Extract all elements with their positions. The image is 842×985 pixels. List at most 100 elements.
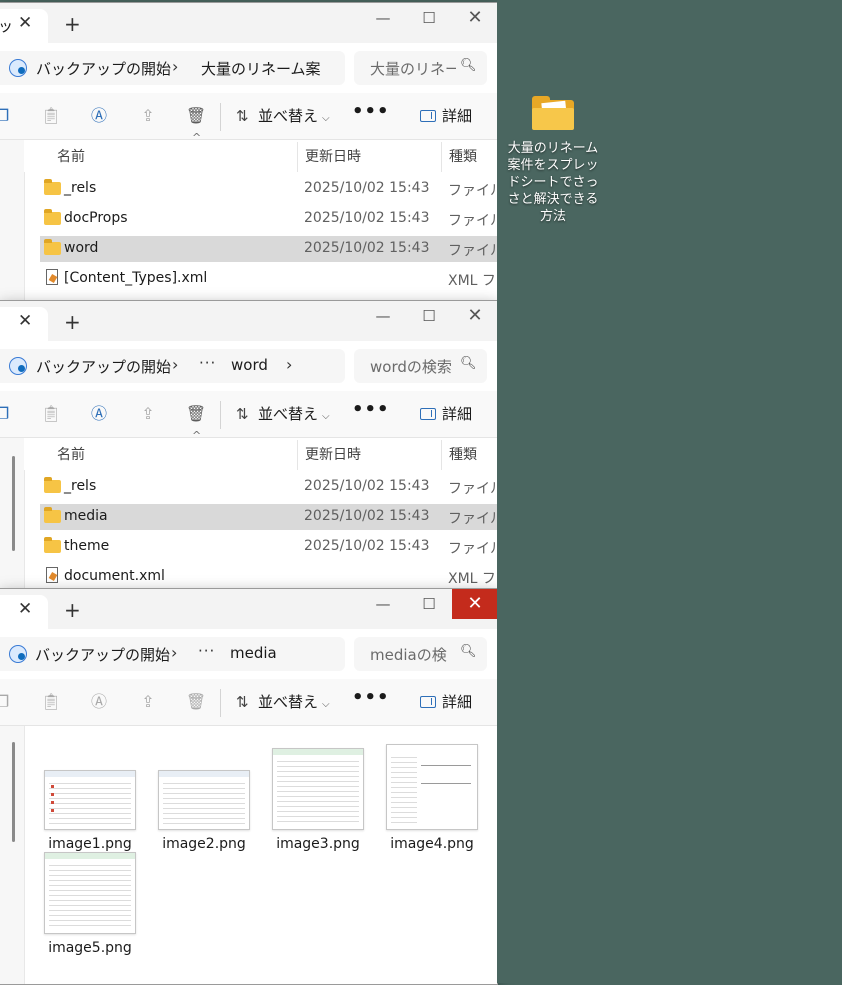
breadcrumb[interactable]: バックアップの開始 › ··· word ›: [0, 349, 345, 383]
title-bar[interactable]: ッ ✕ + — ☐ ✕: [0, 3, 497, 43]
column-type[interactable]: 種類: [449, 444, 477, 464]
explorer-window-media[interactable]: ✕ + — ☐ ✕ バックアップの開始 › ··· media mediaの検 …: [0, 588, 498, 985]
maximize-icon[interactable]: ☐: [406, 3, 452, 33]
file-row[interactable]: _rels 2025/10/02 15:43 ファイル フ: [40, 176, 497, 202]
desktop[interactable]: 大量のリネーム案件をスプレッドシートでさっさと解決できる方法: [497, 0, 842, 983]
breadcrumb-root[interactable]: バックアップの開始: [36, 356, 171, 377]
search-input[interactable]: wordの検索 🔍︎: [354, 349, 487, 383]
file-row[interactable]: [Content_Types].xml XML ファ: [40, 266, 497, 292]
search-icon[interactable]: 🔍︎: [460, 58, 477, 73]
file-row[interactable]: theme 2025/10/02 15:43 ファイル フ: [40, 534, 497, 560]
paste-icon[interactable]: 📋︎: [39, 690, 63, 714]
search-input[interactable]: mediaの検 🔍︎: [354, 637, 487, 671]
breadcrumb-ellipsis[interactable]: ···: [198, 642, 215, 660]
navigation-pane[interactable]: [0, 438, 25, 591]
close-icon[interactable]: ✕: [452, 3, 497, 33]
breadcrumb-current[interactable]: media: [230, 644, 277, 662]
navigation-pane[interactable]: [0, 140, 25, 303]
share-icon[interactable]: ⇪: [136, 690, 160, 714]
delete-icon[interactable]: 🗑︎: [184, 402, 208, 426]
column-divider[interactable]: [297, 142, 298, 172]
column-name[interactable]: 名前: [57, 146, 85, 166]
chevron-right-icon[interactable]: ›: [286, 355, 292, 374]
column-type[interactable]: 種類: [449, 146, 477, 166]
breadcrumb-current[interactable]: 大量のリネーム案件: [201, 58, 321, 79]
image-tile[interactable]: image3.png: [263, 748, 373, 852]
column-divider[interactable]: [441, 440, 442, 470]
file-row-selected[interactable]: media 2025/10/02 15:43 ファイル フ: [40, 504, 497, 530]
tab-close-icon[interactable]: ✕: [18, 13, 32, 33]
new-tab-icon[interactable]: +: [64, 598, 81, 622]
breadcrumb-ellipsis[interactable]: ···: [199, 354, 216, 372]
copy-icon[interactable]: ❐: [0, 104, 14, 128]
details-button[interactable]: 詳細: [420, 403, 472, 424]
chevron-right-icon[interactable]: ›: [172, 355, 178, 374]
file-row[interactable]: document.xml XML ファ: [40, 564, 497, 590]
minimize-icon[interactable]: —: [360, 589, 406, 619]
scrollbar-thumb[interactable]: [12, 456, 15, 551]
explorer-window-main[interactable]: ッ ✕ + — ☐ ✕ バックアップの開始 › 大量のリネーム案件 大量のリネー…: [0, 2, 498, 304]
maximize-icon[interactable]: ☐: [406, 301, 452, 331]
desktop-folder[interactable]: 大量のリネーム案件をスプレッドシートでさっさと解決できる方法: [503, 96, 603, 225]
search-input[interactable]: 大量のリネー 🔍︎: [354, 51, 487, 85]
image-tile[interactable]: image5.png: [35, 852, 145, 956]
tab[interactable]: ✕: [0, 595, 48, 629]
paste-icon[interactable]: 📋︎: [39, 104, 63, 128]
share-icon[interactable]: ⇪: [136, 402, 160, 426]
file-row[interactable]: _rels 2025/10/02 15:43 ファイル フ: [40, 474, 497, 500]
chevron-right-icon[interactable]: ›: [171, 643, 177, 662]
rename-icon[interactable]: Ⓐ: [87, 402, 111, 426]
file-row[interactable]: docProps 2025/10/02 15:43 ファイル フ: [40, 206, 497, 232]
new-tab-icon[interactable]: +: [64, 310, 81, 334]
breadcrumb[interactable]: バックアップの開始 › 大量のリネーム案件: [0, 51, 345, 85]
title-bar[interactable]: ✕ + — ☐ ✕: [0, 589, 497, 629]
tab-close-icon[interactable]: ✕: [18, 599, 32, 619]
navigation-pane[interactable]: [0, 726, 25, 984]
image-tile[interactable]: image4.png: [377, 744, 487, 852]
column-divider[interactable]: [297, 440, 298, 470]
chevron-right-icon[interactable]: ›: [172, 57, 178, 76]
breadcrumb[interactable]: バックアップの開始 › ··· media: [0, 637, 345, 671]
share-icon[interactable]: ⇪: [136, 104, 160, 128]
rename-icon[interactable]: Ⓐ: [87, 690, 111, 714]
more-options-button[interactable]: •••: [352, 101, 390, 122]
breadcrumb-root[interactable]: バックアップの開始: [36, 58, 171, 79]
details-button[interactable]: 詳細: [420, 105, 472, 126]
minimize-icon[interactable]: —: [360, 3, 406, 33]
paste-icon[interactable]: 📋︎: [39, 402, 63, 426]
column-date[interactable]: 更新日時: [305, 444, 361, 464]
column-date[interactable]: 更新日時: [305, 146, 361, 166]
column-divider[interactable]: [441, 142, 442, 172]
tab[interactable]: ッ ✕: [0, 9, 48, 43]
explorer-window-word[interactable]: ✕ + — ☐ ✕ バックアップの開始 › ··· word › wordの検索…: [0, 300, 498, 592]
search-icon[interactable]: 🔍︎: [460, 356, 477, 371]
tab-close-icon[interactable]: ✕: [18, 311, 32, 331]
column-name[interactable]: 名前: [57, 444, 85, 464]
sort-button[interactable]: ⇅ 並べ替え ⌵: [236, 691, 330, 712]
file-row-selected[interactable]: word 2025/10/02 15:43 ファイル フ: [40, 236, 497, 262]
new-tab-icon[interactable]: +: [64, 12, 81, 36]
breadcrumb-current[interactable]: word: [231, 356, 268, 374]
minimize-icon[interactable]: —: [360, 301, 406, 331]
copy-icon[interactable]: ❐: [0, 690, 14, 714]
close-icon[interactable]: ✕: [452, 589, 497, 619]
image-tile[interactable]: image2.png: [149, 770, 259, 852]
rename-icon[interactable]: Ⓐ: [87, 104, 111, 128]
sort-ascending-icon: ^: [192, 429, 202, 442]
close-icon[interactable]: ✕: [452, 301, 497, 331]
tab[interactable]: ✕: [0, 307, 48, 341]
delete-icon[interactable]: 🗑︎: [184, 104, 208, 128]
more-options-button[interactable]: •••: [352, 399, 390, 420]
delete-icon[interactable]: 🗑︎: [184, 690, 208, 714]
scrollbar-thumb[interactable]: [12, 742, 15, 842]
copy-icon[interactable]: ❐: [0, 402, 14, 426]
more-options-button[interactable]: •••: [352, 687, 390, 708]
details-button[interactable]: 詳細: [420, 691, 472, 712]
title-bar[interactable]: ✕ + — ☐ ✕: [0, 301, 497, 341]
image-tile[interactable]: image1.png: [35, 770, 145, 852]
sort-button[interactable]: ⇅ 並べ替え ⌵: [236, 403, 330, 424]
search-icon[interactable]: 🔍︎: [460, 644, 477, 659]
maximize-icon[interactable]: ☐: [406, 589, 452, 619]
sort-button[interactable]: ⇅ 並べ替え ⌵: [236, 105, 330, 126]
breadcrumb-root[interactable]: バックアップの開始: [35, 644, 170, 665]
